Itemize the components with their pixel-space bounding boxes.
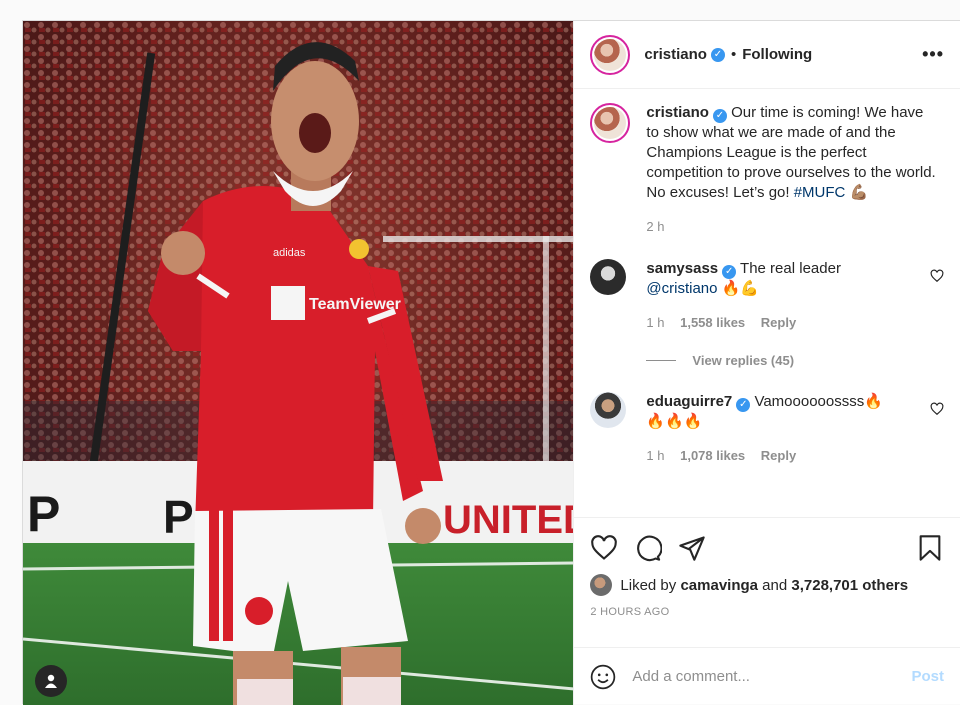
liked-by-and: and [762, 576, 788, 594]
reply-button[interactable]: Reply [761, 448, 796, 463]
comment-bubble-icon[interactable] [634, 534, 663, 562]
action-icons [590, 528, 944, 568]
comment-text: Vamoooooossss🔥 [754, 393, 883, 410]
instagram-post: P PI UNITED [22, 20, 960, 705]
liked-by-others[interactable]: 3,728,701 others [791, 577, 908, 594]
liker-avatar[interactable] [590, 574, 613, 596]
comment-item: samysass ✓ The real leader @cristiano 🔥💪 … [590, 259, 944, 333]
more-options-icon[interactable]: ••• [922, 44, 944, 65]
caption-username[interactable]: cristiano [646, 104, 709, 121]
comment-item: eduaguirre7 ✓ Vamoooooossss🔥 🔥🔥🔥 1 h 1,07… [590, 392, 944, 466]
hashtag-link[interactable]: #MUFC [794, 184, 846, 201]
commenter-username[interactable]: samysass [646, 260, 718, 277]
svg-text:UNITED: UNITED [443, 498, 573, 542]
view-replies-label[interactable]: View replies (45) [692, 353, 794, 368]
comment-text: The real leader [740, 260, 841, 277]
caption-emoji: 💪🏽 [849, 184, 869, 201]
add-comment-input[interactable] [632, 668, 912, 685]
post-header: cristiano ✓ • Following ••• [574, 21, 960, 89]
post-timestamp[interactable]: 2 HOURS AGO [590, 606, 944, 618]
add-comment-bar: Post [574, 647, 960, 705]
comment-likes[interactable]: 1,078 likes [680, 448, 745, 463]
author-username[interactable]: cristiano [644, 46, 707, 63]
user-tag-icon[interactable] [35, 665, 67, 697]
verified-badge-icon: ✓ [722, 265, 737, 279]
commenter-avatar[interactable] [590, 259, 627, 295]
share-send-icon[interactable] [678, 534, 706, 562]
post-photo[interactable]: P PI UNITED [23, 21, 574, 705]
svg-text:P: P [27, 486, 60, 542]
comment-age: 1 h [646, 448, 665, 463]
like-heart-icon[interactable] [590, 534, 618, 562]
verified-badge-icon: ✓ [710, 47, 725, 62]
caption-avatar[interactable] [590, 103, 631, 143]
liked-by-user[interactable]: camavinga [680, 577, 758, 594]
verified-badge-icon: ✓ [736, 398, 751, 412]
post-comment-button[interactable]: Post [911, 668, 944, 685]
comment-meta: 1 h 1,558 likes Reply [646, 313, 936, 333]
post-side-panel: cristiano ✓ • Following ••• cristiano ✓ O… [573, 21, 960, 705]
replies-divider [646, 360, 677, 361]
comment-meta: 1 h 1,078 likes Reply [646, 446, 936, 466]
post-actions: Liked by camavinga and 3,728,701 others … [574, 517, 960, 618]
view-replies-button[interactable]: View replies (45) [646, 353, 944, 368]
author-avatar[interactable] [590, 34, 631, 75]
following-button[interactable]: Following [742, 46, 812, 63]
caption-age: 2 h [646, 219, 665, 234]
liked-by-prefix: Liked by [620, 576, 677, 594]
like-comment-heart-icon[interactable] [930, 402, 944, 416]
comment-age: 1 h [646, 315, 665, 330]
sponsor-logo: TeamViewer [309, 296, 401, 313]
emoji-smiley-icon[interactable] [590, 664, 616, 690]
commenter-username[interactable]: eduaguirre7 [646, 393, 732, 410]
kit-brand: adidas [273, 247, 306, 259]
like-comment-heart-icon[interactable] [930, 269, 944, 283]
comment-emoji: 🔥🔥🔥 [646, 413, 703, 430]
separator-dot: • [730, 46, 737, 63]
liked-by-summary: Liked by camavinga and 3,728,701 others [590, 574, 944, 596]
verified-badge-icon: ✓ [712, 109, 727, 123]
comment-likes[interactable]: 1,558 likes [680, 315, 745, 330]
mention-link[interactable]: @cristiano [646, 280, 717, 297]
commenter-avatar[interactable] [590, 392, 627, 428]
caption-meta: 2 h [646, 217, 936, 237]
save-bookmark-icon[interactable] [916, 534, 944, 562]
caption: cristiano ✓ Our time is coming! We have t… [590, 103, 944, 237]
celebration-photo: P PI UNITED [23, 21, 574, 705]
comments-list[interactable]: cristiano ✓ Our time is coming! We have t… [574, 89, 960, 517]
comment-emoji: 🔥💪 [721, 280, 760, 297]
reply-button[interactable]: Reply [761, 315, 796, 330]
